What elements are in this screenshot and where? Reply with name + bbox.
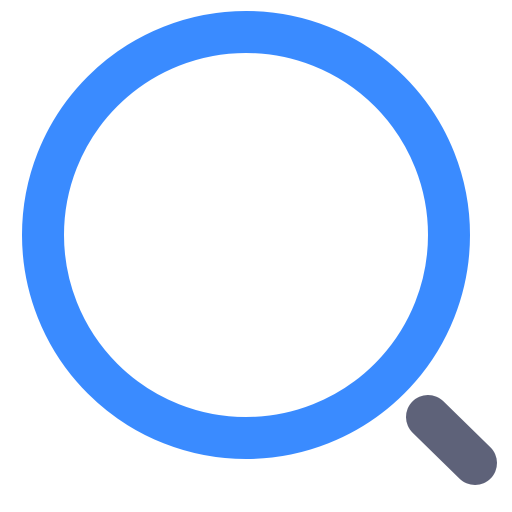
magnifier-lens xyxy=(22,11,470,459)
icon-canvas xyxy=(0,0,512,512)
magnifier-handle xyxy=(406,395,497,485)
search-icon xyxy=(22,11,497,485)
